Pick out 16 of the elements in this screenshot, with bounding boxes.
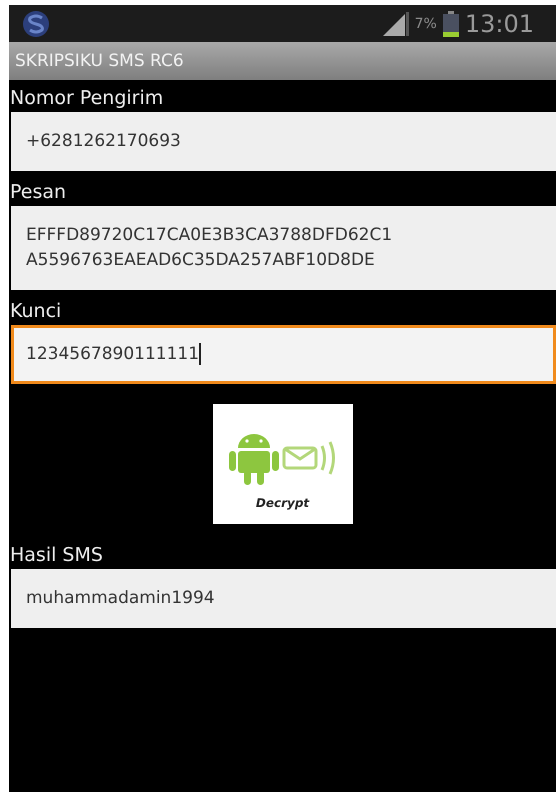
text-field[interactable]: 1234567890111111 [11,325,556,384]
signal-icon [382,12,409,36]
battery-percent: 7% [414,16,437,32]
battery-icon [442,10,459,36]
field-label: Pesan [9,180,66,205]
field-label: Kunci [9,299,62,324]
clock: 13:01 [464,10,534,38]
text-cursor [199,343,202,366]
app-icon [21,8,51,38]
text-field[interactable]: muhammadamin1994 [11,569,556,628]
text-field[interactable]: +6281262170693 [11,112,556,171]
app-title: SKRIPSIKU SMS RC6 [15,51,184,71]
decrypt-button[interactable]: Decrypt [212,404,352,524]
field-label: Hasil SMS [9,543,103,568]
text-field[interactable]: EFFFD89720C17CA0E3B3CA3788DFD62C1 A5596763EAEAD6C35DA257ABF10D8DE [11,206,556,290]
field-label: Nomor Pengirim [9,86,164,111]
